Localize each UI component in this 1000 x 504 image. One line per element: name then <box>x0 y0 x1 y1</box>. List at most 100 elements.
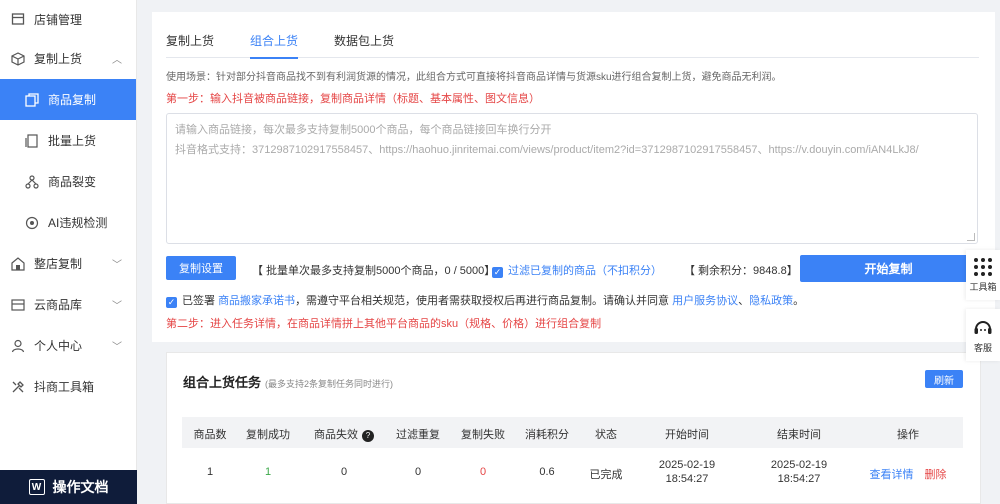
box-icon <box>10 51 26 67</box>
product-count: 1 <box>206 466 214 478</box>
tab-combo-upload[interactable]: 组合上货 <box>250 30 299 59</box>
column-header: 复制成功 <box>246 429 290 441</box>
points-used: 0.6 <box>539 466 555 478</box>
user-icon <box>10 338 26 354</box>
docs-button[interactable]: W 操作文档 <box>0 470 137 504</box>
task-subtitle: (最多支持2条复制任务同时进行) <box>265 379 394 389</box>
tools-icon <box>10 379 26 395</box>
service-label: 客服 <box>973 342 992 353</box>
batch-limit-note: 【 批量单次最多支持复制5000个商品，0 / 5000】 <box>252 265 496 277</box>
column-header: 消耗积分 <box>525 429 569 441</box>
placeholder-line: 抖音格式支持：3712987102917558457、https://haohu… <box>175 144 919 156</box>
start-date: 2025-02-19 <box>658 459 716 471</box>
filter-label: 过滤已复制的商品（不扣积分） <box>508 265 662 277</box>
copy-panel: 复制上货 组合上货 数据包上货 使用场景：针对部分抖音商品找不到有利润货源的情况… <box>152 12 995 342</box>
chevron-down-icon: ﹀ <box>112 342 122 353</box>
refresh-button[interactable]: 刷新 <box>925 370 963 388</box>
customer-service-widget[interactable]: 客服 <box>966 309 1000 361</box>
column-header: 复制失败 <box>461 429 505 441</box>
split-icon <box>24 174 40 190</box>
copy-icon <box>24 92 40 108</box>
start-clock: 18:54:27 <box>665 473 709 485</box>
toolbox-label: 工具箱 <box>969 281 997 292</box>
checkbox-checked-icon: ✓ <box>492 267 503 278</box>
sidebar-item-label: 批量上货 <box>48 134 97 148</box>
sidebar-item-ai-check[interactable]: AI违规检测 <box>0 202 136 243</box>
placeholder-line: 请输入商品链接，每次最多支持复制5000个商品，每个商品链接回车换行分开 <box>175 124 552 136</box>
column-header-invalid: 商品失效? <box>314 426 374 442</box>
sidebar-item-shop-copy[interactable]: 整店复制 ﹀ <box>0 243 136 284</box>
store-icon <box>10 11 26 27</box>
view-details-link[interactable]: 查看详情 <box>869 469 913 481</box>
toolbox-widget[interactable]: 工具箱 <box>966 250 1000 300</box>
shop-icon <box>10 256 26 272</box>
help-icon[interactable]: ? <box>362 430 374 442</box>
step-two-text: 第二步：进入任务详情，在商品详情拼上其他平台商品的sku（规格、价格）进行组合复… <box>166 318 602 330</box>
start-copy-button[interactable]: 开始复制 <box>800 255 977 282</box>
end-date: 2025-02-19 <box>770 459 828 471</box>
sidebar-item-label: 商品裂变 <box>48 175 97 189</box>
end-clock: 18:54:27 <box>777 473 821 485</box>
agreement-sep: 、 <box>738 295 750 307</box>
table-header: 商品数 复制成功 商品失效? 过滤重复 复制失败 消耗积分 状态 开始时间 结束… <box>182 417 963 448</box>
sidebar-item-label: 整店复制 <box>34 257 83 271</box>
tab-data-package-upload[interactable]: 数据包上货 <box>334 30 394 58</box>
sidebar-item-toolbox[interactable]: 抖商工具箱 <box>0 366 136 407</box>
step-one-text: 第一步：输入抖音被商品链接，复制商品详情（标题、基本属性、图文信息） <box>166 93 540 105</box>
ai-icon <box>24 215 40 231</box>
task-title: 组合上货任务 (最多支持2条复制任务同时进行) <box>183 372 393 391</box>
success-count: 1 <box>264 466 272 478</box>
filter-copied-checkbox[interactable]: ✓ 过滤已复制的商品（不扣积分） <box>492 262 662 278</box>
chevron-down-icon: ﹀ <box>112 301 122 312</box>
row-actions: 查看详情 删除 <box>869 466 946 482</box>
column-header: 开始时间 <box>665 429 709 441</box>
cloud-icon <box>10 297 26 313</box>
column-header: 操作 <box>897 429 919 441</box>
sidebar-item-label: AI违规检测 <box>48 216 108 230</box>
combo-task-panel: 组合上货任务 (最多支持2条复制任务同时进行) 刷新 商品数 复制成功 商品失效?… <box>166 352 981 504</box>
start-time: 2025-02-19 18:54:27 <box>659 458 715 486</box>
sidebar-item-product-split[interactable]: 商品裂变 <box>0 161 136 202</box>
sidebar-item-product-copy[interactable]: 商品复制 <box>0 79 136 120</box>
sidebar-item-copy-upload[interactable]: 复制上货 ︿ <box>0 38 136 79</box>
service-agreement-link[interactable]: 用户服务协议 <box>672 295 738 307</box>
table-row: 1 1 0 0 0 0.6 已完成 2025-02-19 18:54:27 20… <box>182 458 963 498</box>
sidebar-item-store-management[interactable]: 店铺管理 <box>0 0 136 38</box>
task-title-text: 组合上货任务 <box>183 375 262 390</box>
sidebar-item-label: 抖商工具箱 <box>34 380 95 394</box>
invalid-count: 0 <box>340 466 348 478</box>
sidebar: 店铺管理 复制上货 ︿ 商品复制 批量上货 商品裂变 AI违规检测 整店复制 ﹀… <box>0 0 137 504</box>
status-text: 已完成 <box>589 469 623 481</box>
sidebar-item-label: 个人中心 <box>34 339 83 353</box>
end-time: 2025-02-19 18:54:27 <box>771 458 827 486</box>
duplicate-count: 0 <box>414 466 422 478</box>
sidebar-item-label: 复制上货 <box>34 52 83 66</box>
headset-icon <box>972 317 994 341</box>
agreement-middle: ，需遵守平台相关规范，使用者需获取授权后再进行商品复制。请确认并同意 <box>295 295 670 307</box>
tab-copy-upload[interactable]: 复制上货 <box>166 30 214 58</box>
agreement-row: ✓ 已签署 商品搬家承诺书，需遵守平台相关规范，使用者需获取授权后再进行商品复制。… <box>166 292 804 308</box>
fail-count: 0 <box>479 466 487 478</box>
commitment-link[interactable]: 商品搬家承诺书 <box>218 295 295 307</box>
agreement-end: 。 <box>793 295 805 307</box>
column-header: 结束时间 <box>777 429 821 441</box>
privacy-policy-link[interactable]: 隐私政策 <box>749 295 793 307</box>
sidebar-item-batch-upload[interactable]: 批量上货 <box>0 120 136 161</box>
chevron-down-icon: ﹀ <box>112 260 122 271</box>
column-header-label: 商品失效 <box>314 429 358 441</box>
chevron-up-icon: ︿ <box>112 55 122 66</box>
column-header: 状态 <box>595 429 617 441</box>
product-link-input[interactable]: 请输入商品链接，每次最多支持复制5000个商品，每个商品链接回车换行分开 抖音格… <box>166 113 978 244</box>
remaining-points: 【 剩余积分：9848.8】 <box>684 265 798 277</box>
copy-settings-button[interactable]: 复制设置 <box>166 256 236 280</box>
agreement-checkbox[interactable]: ✓ <box>166 297 177 308</box>
column-header: 商品数 <box>193 429 227 441</box>
resize-handle[interactable] <box>967 233 975 241</box>
sidebar-item-personal-center[interactable]: 个人中心 ﹀ <box>0 325 136 366</box>
delete-link[interactable]: 删除 <box>925 469 947 481</box>
tab-bar: 复制上货 组合上货 数据包上货 <box>166 30 979 59</box>
sidebar-item-cloud-library[interactable]: 云商品库 ﹀ <box>0 284 136 325</box>
batch-icon <box>24 133 40 149</box>
agreement-prefix: 已签署 <box>182 295 215 307</box>
sidebar-item-label: 云商品库 <box>34 298 83 312</box>
